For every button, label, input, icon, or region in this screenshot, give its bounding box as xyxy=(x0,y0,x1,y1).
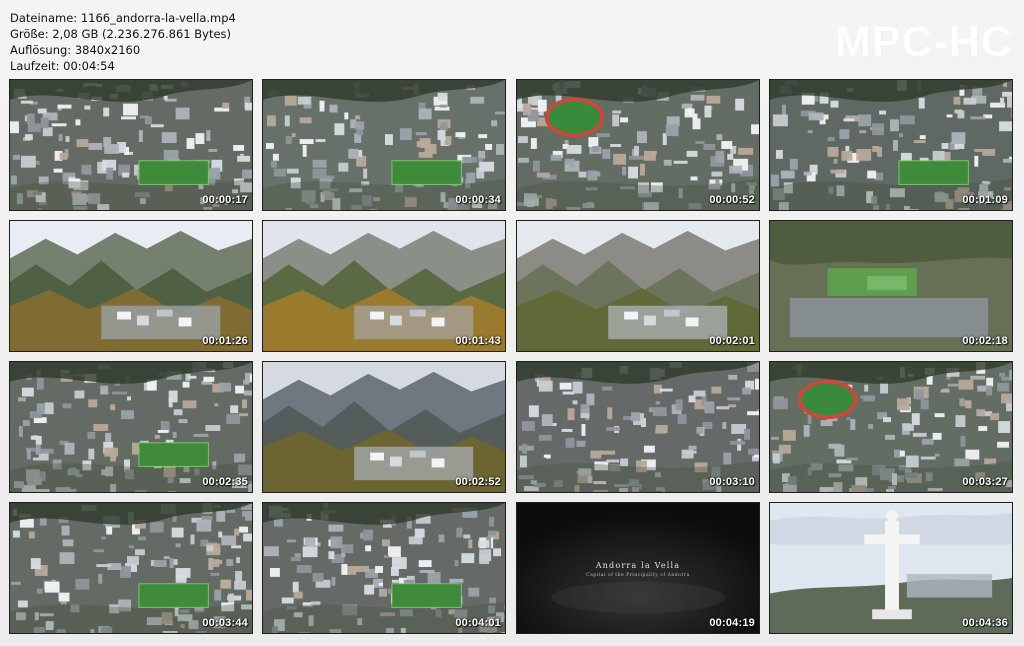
thumbnail-14: 00:04:01 xyxy=(262,502,506,634)
file-info-panel: Dateiname: 1166_andorra-la-vella.mp4 Grö… xyxy=(10,10,610,74)
video-frame-image xyxy=(263,80,505,210)
video-frame-image xyxy=(10,362,252,492)
duration-label: Laufzeit: 00:04:54 xyxy=(10,59,115,73)
thumbnail-3: 00:00:52 xyxy=(516,79,760,211)
thumbnail-5: 00:01:26 xyxy=(9,220,253,352)
timestamp: 00:02:35 xyxy=(202,476,248,488)
video-frame-image xyxy=(263,503,505,633)
video-frame-image xyxy=(10,503,252,633)
timestamp: 00:01:43 xyxy=(455,335,501,347)
video-frame-image xyxy=(770,362,1012,492)
timestamp: 00:01:26 xyxy=(202,335,248,347)
timestamp: 00:00:52 xyxy=(709,194,755,206)
thumbnail-11: 00:03:10 xyxy=(516,361,760,493)
video-frame-image xyxy=(10,221,252,351)
video-subtitle-text: Capital of the Principality of Andorra xyxy=(586,573,690,578)
thumbnail-2: 00:00:34 xyxy=(262,79,506,211)
timestamp: 00:00:34 xyxy=(455,194,501,206)
app-logo: MPC-HC xyxy=(835,18,1013,66)
thumbnail-12: 00:03:27 xyxy=(769,361,1013,493)
thumbnail-grid: 00:00:17 00:00:34 00:00:52 00:01:09 00:0… xyxy=(9,79,1014,635)
thumbnail-9: 00:02:35 xyxy=(9,361,253,493)
timestamp: 00:02:52 xyxy=(455,476,501,488)
filename-label: Dateiname: 1166_andorra-la-vella.mp4 xyxy=(10,11,236,25)
video-title-text: Andorra la Vella xyxy=(595,561,681,570)
timestamp: 00:00:17 xyxy=(202,194,248,206)
timestamp: 00:04:19 xyxy=(709,617,755,629)
thumbnail-8: 00:02:18 xyxy=(769,220,1013,352)
thumbnail-4: 00:01:09 xyxy=(769,79,1013,211)
thumbnail-1: 00:00:17 xyxy=(9,79,253,211)
video-frame-image xyxy=(517,80,759,210)
timestamp: 00:03:44 xyxy=(202,617,248,629)
video-frame-image xyxy=(263,221,505,351)
timestamp: 00:02:18 xyxy=(962,335,1008,347)
thumbnail-16: 00:04:36 xyxy=(769,502,1013,634)
timestamp: 00:01:09 xyxy=(962,194,1008,206)
file-size-label: Größe: 2,08 GB (2.236.276.861 Bytes) xyxy=(10,27,232,41)
video-frame-image xyxy=(770,221,1012,351)
resolution-label: Auflösung: 3840x2160 xyxy=(10,43,141,57)
timestamp: 00:03:27 xyxy=(962,476,1008,488)
thumbnail-13: 00:03:44 xyxy=(9,502,253,634)
thumbnail-15: Andorra la Vella Capital of the Principa… xyxy=(516,502,760,634)
video-frame-image xyxy=(10,80,252,210)
video-frame-image xyxy=(517,362,759,492)
timestamp: 00:03:10 xyxy=(709,476,755,488)
video-frame-image xyxy=(770,503,1012,633)
thumbnail-6: 00:01:43 xyxy=(262,220,506,352)
timestamp: 00:04:36 xyxy=(962,617,1008,629)
timestamp: 00:02:01 xyxy=(709,335,755,347)
video-frame-image xyxy=(770,80,1012,210)
timestamp: 00:04:01 xyxy=(455,617,501,629)
thumbnail-7: 00:02:01 xyxy=(516,220,760,352)
video-frame-image xyxy=(517,221,759,351)
video-frame-image xyxy=(263,362,505,492)
thumbnail-10: 00:02:52 xyxy=(262,361,506,493)
